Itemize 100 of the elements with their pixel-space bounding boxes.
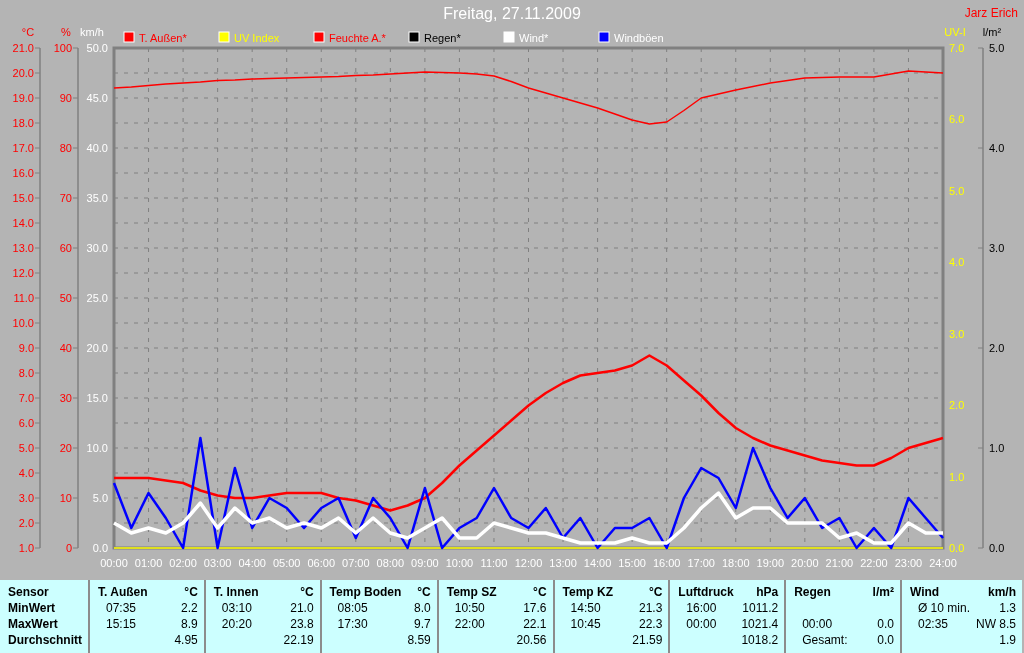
axis-tick-label: 14.0 — [12, 217, 34, 229]
axis-tick-label: 15.0 — [86, 392, 108, 404]
unit-label: °C — [183, 585, 198, 599]
axis-tick-label: 12.0 — [12, 267, 34, 279]
table-cell-text: Gesamt: — [801, 633, 849, 647]
axis-unit: °C — [21, 26, 35, 38]
axis-tick-label: 16:00 — [652, 557, 681, 569]
table-cell-text: 8.9 — [180, 617, 198, 631]
axis-tick-label: 90 — [59, 92, 72, 104]
axis-unit: % — [61, 26, 71, 38]
axis-tick-label: 5.0 — [18, 442, 34, 454]
unit-label: km/h — [987, 585, 1016, 599]
axis-tick-label: 22:00 — [860, 557, 888, 569]
axis-tick-label: 5.0 — [989, 42, 1005, 54]
table-cell: 1018.2 — [741, 633, 779, 647]
axis-tick-label: 15:00 — [618, 557, 646, 569]
axis-tick-label: 4.0 — [18, 467, 34, 479]
author-name: Jarz Erich — [964, 5, 1019, 20]
axis-tick-label: 10:00 — [445, 557, 474, 569]
axis-tick-label: 08:00 — [376, 557, 405, 569]
axis-tick-label: 24:00 — [929, 557, 957, 569]
unit-label: l/m² — [872, 585, 894, 599]
axis-tick-label: 25.0 — [86, 292, 108, 304]
axis-tick-label: 19:00 — [756, 557, 785, 569]
unit-label: °C — [532, 585, 547, 599]
axis-tick-label: 07:00 — [342, 557, 370, 569]
axis-tick-label: 10 — [59, 492, 72, 504]
axis-tick-label: 10.0 — [86, 442, 108, 454]
axis-tick-label: 6.0 — [18, 417, 34, 429]
table-cell-text: 20:20 — [220, 617, 253, 631]
table-cell-text: 0.0 — [876, 633, 894, 647]
axis-tick-label: 21:00 — [825, 557, 854, 569]
axis-tick-label: 20:00 — [791, 557, 819, 569]
axis-tick-label: 0 — [65, 542, 72, 554]
axis-tick-label: 19.0 — [12, 92, 34, 104]
table-cell-text: 9.7 — [413, 617, 431, 631]
axis-tick-label: 7.0 — [949, 42, 965, 54]
axis-tick-label: 50.0 — [86, 42, 108, 54]
table-cell-text: 22.1 — [522, 617, 547, 631]
chart-title: Freitag, 27.11.2009 — [443, 4, 581, 23]
row-label: Sensor — [8, 585, 50, 599]
axis-tick-label: 01:00 — [134, 557, 163, 569]
table-cell-text: 1.3 — [998, 601, 1016, 615]
table-cell-text: 22:00 — [453, 617, 486, 631]
axis-tick-label: 16.0 — [12, 167, 34, 179]
axis-tick-label: 1.0 — [989, 442, 1005, 454]
axis-tick-label: 2.0 — [989, 342, 1005, 354]
axis-tick-label: 2.0 — [949, 399, 965, 412]
axis-tick-label: 4.0 — [989, 142, 1005, 154]
axis-tick-label: 1.0 — [18, 542, 34, 554]
sensor-name: T. Innen — [213, 585, 260, 599]
axis-tick-label: 0.0 — [92, 542, 108, 554]
axis-tick-label: 35.0 — [86, 192, 108, 204]
axis-tick-label: 0.0 — [949, 542, 965, 554]
table-cell-text: 08:05 — [336, 601, 369, 615]
axis-tick-label: 09:00 — [411, 557, 439, 569]
table-cell-text: 23.8 — [289, 617, 314, 631]
table-cell-text: 0.0 — [876, 617, 894, 631]
axis-tick-label: 11.0 — [13, 292, 34, 304]
axis-unit: km/h — [80, 26, 104, 38]
unit-label: hPa — [755, 585, 779, 599]
table-cell: 21.59 — [632, 633, 663, 647]
axis-tick-label: 18.0 — [12, 117, 34, 129]
table-cell-text: 17.6 — [522, 601, 547, 615]
table-cell-text: 14:50 — [569, 601, 602, 615]
table-cell: 22.19 — [283, 633, 314, 647]
unit-label: °C — [416, 585, 431, 599]
axis-tick-label: 05:00 — [272, 557, 301, 569]
table-cell-text: 10:50 — [453, 601, 486, 615]
sensor-name: Luftdruck — [678, 585, 735, 599]
axis-tick-label: 17.0 — [12, 142, 34, 154]
legend-label: Windböen — [614, 32, 664, 44]
axis-tick-label: 13.0 — [12, 242, 34, 254]
legend-label: Wind* — [519, 32, 549, 44]
table-cell-text: 21.3 — [638, 601, 663, 615]
axis-tick-label: 100 — [53, 42, 72, 54]
legend-label: T. Außen* — [139, 32, 187, 44]
axis-tick-label: 3.0 — [18, 492, 34, 504]
axis-tick-label: 45.0 — [86, 92, 108, 104]
axis-tick-label: 06:00 — [307, 557, 335, 569]
table-cell-text: 21.0 — [289, 601, 314, 615]
table-cell: 4.95 — [174, 633, 198, 647]
axis-tick-label: 10.0 — [12, 317, 34, 329]
axis-tick-label: 9.0 — [18, 342, 34, 354]
axis-tick-label: 40 — [59, 342, 72, 354]
sensor-name: Regen — [794, 585, 832, 599]
axis-tick-label: 04:00 — [238, 557, 266, 569]
row-label: MaxWert — [8, 617, 59, 631]
table-cell-text: 22.3 — [638, 617, 663, 631]
table-cell: 1021.4 — [741, 617, 779, 631]
row-label: MinWert — [8, 601, 57, 615]
axis-tick-label: 3.0 — [989, 242, 1005, 254]
axis-unit: UV-I — [944, 26, 966, 38]
table-cell: NW 8.5 — [976, 617, 1016, 631]
axis-tick-label: 17:00 — [687, 557, 715, 569]
axis-tick-label: 50 — [59, 292, 72, 304]
table-cell-text: 00:00 — [801, 617, 834, 631]
axis-tick-label: 00:00 — [100, 557, 128, 569]
table-cell-text: 00:00 — [685, 617, 718, 631]
axis-tick-label: 12:00 — [514, 557, 543, 569]
